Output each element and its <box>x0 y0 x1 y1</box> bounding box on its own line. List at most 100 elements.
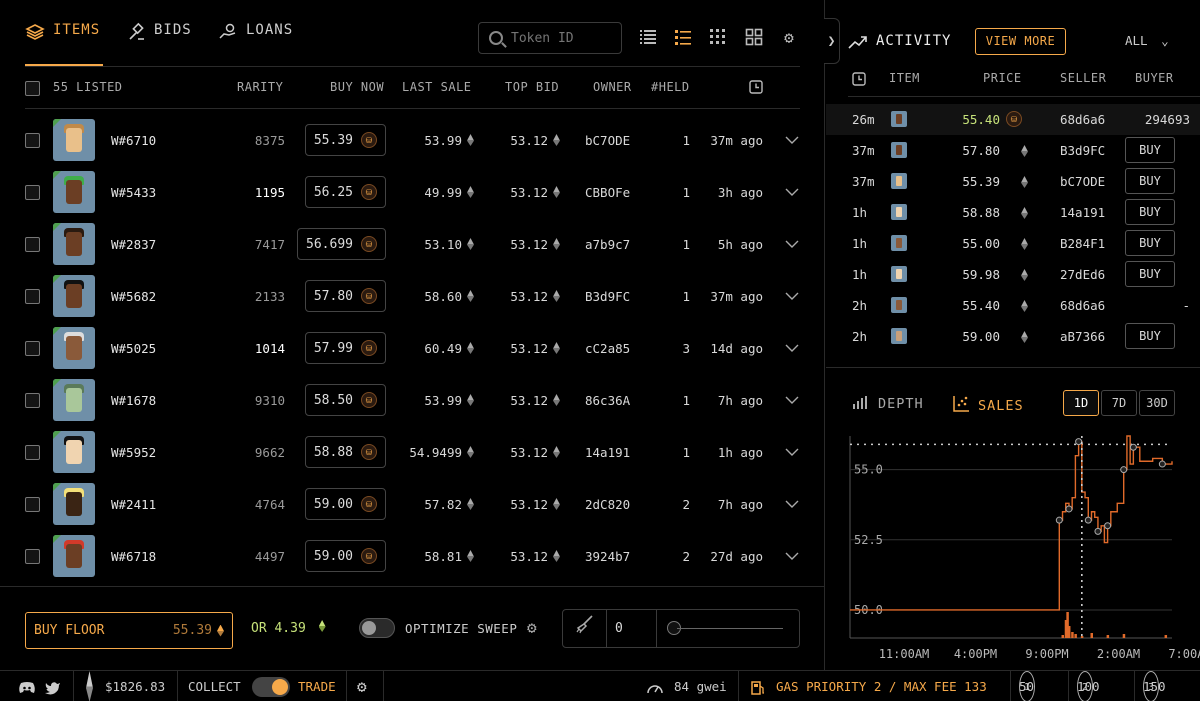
chevron-down-icon[interactable] <box>785 218 799 270</box>
table-row[interactable]: W#6718 4497 59.00 ⛁ 58.81 53.12 3924b7 2… <box>0 530 825 582</box>
gear-icon[interactable]: ⚙ <box>527 618 537 637</box>
token-id[interactable]: W#5952 <box>111 426 156 478</box>
row-checkbox[interactable] <box>25 530 40 582</box>
clock-icon[interactable] <box>749 80 763 97</box>
buy-now-box[interactable]: 58.50 ⛁ <box>304 384 386 416</box>
table-row[interactable]: W#5025 1014 57.99 ⛁ 60.49 53.12 cC2a85 3… <box>0 322 825 374</box>
owner-address[interactable]: B3d9FC <box>585 270 630 322</box>
checkbox[interactable] <box>25 548 40 564</box>
col-rarity[interactable]: RARITY <box>237 80 283 94</box>
tab-bids[interactable]: BIDS <box>126 22 192 66</box>
checkbox[interactable] <box>25 184 40 200</box>
buy-now-button[interactable]: 58.88 ⛁ <box>304 426 386 478</box>
table-row[interactable]: W#5433 1195 56.25 ⛁ 49.99 53.12 CBBOFe 1… <box>0 166 825 218</box>
row-checkbox[interactable] <box>25 374 40 426</box>
buy-now-button[interactable]: 56.25 ⛁ <box>304 166 386 218</box>
broom-icon[interactable] <box>563 610 607 647</box>
col-owner[interactable]: OWNER <box>593 80 632 94</box>
twitter-icon[interactable] <box>45 671 61 701</box>
token-id[interactable]: W#2837 <box>111 218 156 270</box>
collect-label[interactable]: COLLECT <box>188 671 241 701</box>
owner-address[interactable]: a7b9c7 <box>585 218 630 270</box>
buy-now-box[interactable]: 56.699 ⛁ <box>297 228 386 260</box>
row-checkbox[interactable] <box>25 478 40 530</box>
checkbox[interactable] <box>25 236 40 252</box>
row-checkbox[interactable] <box>25 114 40 166</box>
buy-now-box[interactable]: 57.80 ⛁ <box>304 280 386 312</box>
chevron-down-icon[interactable] <box>785 478 799 530</box>
checkbox[interactable] <box>25 444 40 460</box>
mode-toggle[interactable] <box>252 677 290 697</box>
gear-icon[interactable]: ⚙ <box>357 671 367 701</box>
buy-now-box[interactable]: 59.00 ⛁ <box>304 488 386 520</box>
tab-depth[interactable]: DEPTH <box>852 395 924 413</box>
buy-now-button[interactable]: 59.00 ⛁ <box>304 478 386 530</box>
chevron-down-icon[interactable] <box>785 530 799 582</box>
col-last-sale[interactable]: LAST SALE <box>402 80 472 94</box>
tab-items[interactable]: ITEMS <box>25 22 103 66</box>
buy-now-box[interactable]: 55.39 ⛁ <box>304 124 386 156</box>
sweep-quantity-input[interactable]: 0 <box>607 610 657 647</box>
col-top-bid[interactable]: TOP BID <box>505 80 559 94</box>
buy-now-box[interactable]: 57.99 ⛁ <box>304 332 386 364</box>
sales-chart[interactable]: 55.0 52.5 50.0 11:00AM 4:00PM 9:00PM 2:00AM 7:0… <box>826 430 1200 670</box>
sweep-slider-track[interactable] <box>677 628 783 629</box>
list-detail-icon[interactable] <box>673 28 693 48</box>
grid-large-icon[interactable] <box>744 28 764 48</box>
checkbox[interactable] <box>25 496 40 512</box>
gear-icon[interactable]: ⚙ <box>779 28 799 48</box>
row-checkbox[interactable] <box>25 322 40 374</box>
owner-address[interactable]: 86c36A <box>585 374 630 426</box>
chevron-down-icon[interactable] <box>785 322 799 374</box>
tab-loans[interactable]: LOANS <box>218 22 293 66</box>
checkbox[interactable] <box>25 288 40 304</box>
col-buy-now[interactable]: BUY NOW <box>330 80 384 94</box>
buy-now-box[interactable]: 59.00 ⛁ <box>304 540 386 572</box>
buy-now-button[interactable]: 57.80 ⛁ <box>304 270 386 322</box>
token-id[interactable]: W#5682 <box>111 270 156 322</box>
discord-icon[interactable] <box>18 671 36 701</box>
token-id[interactable]: W#2411 <box>111 478 156 530</box>
list-compact-icon[interactable] <box>638 28 658 48</box>
owner-address[interactable]: bC7ODE <box>585 114 630 166</box>
buy-now-button[interactable]: 58.50 ⛁ <box>304 374 386 426</box>
row-checkbox[interactable] <box>25 218 40 270</box>
token-id-input[interactable] <box>511 30 611 46</box>
chevron-down-icon[interactable] <box>785 114 799 166</box>
buy-now-box[interactable]: 58.88 ⛁ <box>304 436 386 468</box>
row-checkbox[interactable] <box>25 426 40 478</box>
token-search[interactable] <box>478 22 622 54</box>
row-checkbox[interactable] <box>25 270 40 322</box>
buy-now-button[interactable]: 56.699 ⛁ <box>297 218 386 270</box>
owner-address[interactable]: CBBOFe <box>585 166 630 218</box>
table-row[interactable]: W#5952 9662 58.88 ⛁ 54.9499 53.12 14a191… <box>0 426 825 478</box>
range-30d[interactable]: 30D <box>1139 390 1175 416</box>
table-row[interactable]: W#2837 7417 56.699 ⛁ 53.10 53.12 a7b9c7 … <box>0 218 825 270</box>
checkbox[interactable] <box>25 340 40 356</box>
token-id[interactable]: W#6710 <box>111 114 156 166</box>
token-id[interactable]: W#5433 <box>111 166 156 218</box>
row-checkbox[interactable] <box>25 166 40 218</box>
table-row[interactable]: W#5682 2133 57.80 ⛁ 58.60 53.12 B3d9FC 1… <box>0 270 825 322</box>
trade-label[interactable]: TRADE <box>298 671 336 701</box>
grid-small-icon[interactable] <box>708 28 728 48</box>
owner-address[interactable]: 14a191 <box>585 426 630 478</box>
select-all-checkbox[interactable] <box>25 81 40 96</box>
token-id[interactable]: W#6718 <box>111 530 156 582</box>
chevron-down-icon[interactable] <box>785 374 799 426</box>
owner-address[interactable]: cC2a85 <box>585 322 630 374</box>
token-id[interactable]: W#1678 <box>111 374 156 426</box>
gas-setting[interactable]: GAS PRIORITY 2 / MAX FEE 133 <box>776 671 987 701</box>
table-row[interactable]: W#1678 9310 58.50 ⛁ 53.99 53.12 86c36A 1… <box>0 374 825 426</box>
tab-sales[interactable]: SALES <box>952 395 1024 417</box>
col-held[interactable]: #HELD <box>651 80 690 94</box>
checkbox[interactable] <box>25 132 40 148</box>
optimize-sweep-toggle[interactable] <box>359 618 395 638</box>
buy-floor-button[interactable]: BUY FLOOR 55.39 <box>25 612 233 649</box>
chevron-down-icon[interactable] <box>785 166 799 218</box>
range-1d[interactable]: 1D <box>1063 390 1099 416</box>
token-id[interactable]: W#5025 <box>111 322 156 374</box>
chevron-down-icon[interactable] <box>785 426 799 478</box>
checkbox[interactable] <box>25 392 40 408</box>
buy-now-box[interactable]: 56.25 ⛁ <box>304 176 386 208</box>
